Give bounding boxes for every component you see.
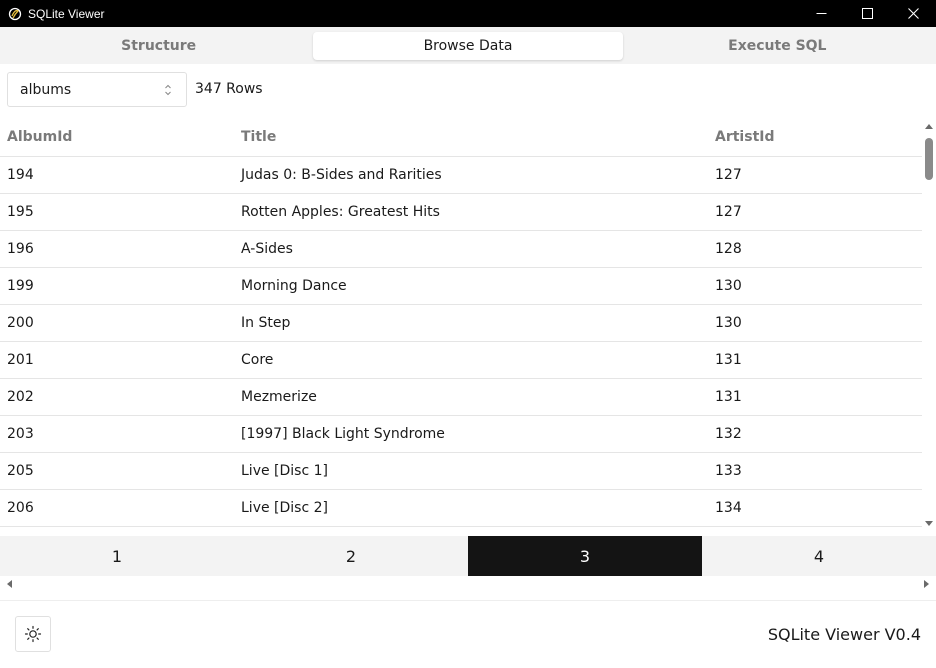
close-button[interactable] bbox=[890, 0, 936, 27]
table-header: AlbumId Title ArtistId bbox=[0, 117, 922, 157]
cell-artistid: 132 bbox=[715, 426, 742, 442]
table-row[interactable]: 200 In Step 130 bbox=[0, 305, 922, 342]
cell-artistid: 133 bbox=[715, 463, 742, 479]
cell-title: A-Sides bbox=[241, 241, 293, 257]
cell-artistid: 131 bbox=[715, 389, 742, 405]
cell-artistid: 130 bbox=[715, 278, 742, 294]
minimize-button[interactable] bbox=[798, 0, 844, 27]
row-count: 347 Rows bbox=[195, 81, 263, 97]
pagination: 1 2 3 4 bbox=[0, 536, 936, 576]
cell-albumid: 202 bbox=[7, 389, 34, 405]
cell-artistid: 130 bbox=[715, 315, 742, 331]
page-button-4[interactable]: 4 bbox=[702, 536, 936, 576]
page-button-2[interactable]: 2 bbox=[234, 536, 468, 576]
scroll-left-arrow-icon[interactable] bbox=[7, 580, 12, 588]
cell-artistid: 131 bbox=[715, 352, 742, 368]
cell-artistid: 134 bbox=[715, 500, 742, 516]
column-header-albumid[interactable]: AlbumId bbox=[7, 129, 72, 145]
cell-albumid: 200 bbox=[7, 315, 34, 331]
cell-title: Rotten Apples: Greatest Hits bbox=[241, 204, 440, 220]
maximize-icon bbox=[861, 8, 873, 19]
cell-albumid: 205 bbox=[7, 463, 34, 479]
tab-structure[interactable]: Structure bbox=[4, 32, 313, 60]
horizontal-scrollbar[interactable] bbox=[0, 576, 936, 592]
page-button-1[interactable]: 1 bbox=[0, 536, 234, 576]
minimize-icon bbox=[816, 13, 826, 14]
cell-title: In Step bbox=[241, 315, 291, 331]
page-button-3[interactable]: 3 bbox=[468, 536, 702, 576]
cell-title: Live [Disc 1] bbox=[241, 463, 328, 479]
app-logo-icon bbox=[8, 7, 22, 21]
column-header-title[interactable]: Title bbox=[241, 129, 276, 145]
table-row[interactable]: 194 Judas 0: B-Sides and Rarities 127 bbox=[0, 157, 922, 194]
scroll-right-arrow-icon[interactable] bbox=[924, 580, 929, 588]
table-row[interactable]: 202 Mezmerize 131 bbox=[0, 379, 922, 416]
tab-execute-sql[interactable]: Execute SQL bbox=[623, 32, 932, 60]
table-row[interactable]: 201 Core 131 bbox=[0, 342, 922, 379]
cell-albumid: 195 bbox=[7, 204, 34, 220]
main-tabs: Structure Browse Data Execute SQL bbox=[0, 27, 936, 64]
cell-artistid: 127 bbox=[715, 204, 742, 220]
cell-title: Judas 0: B-Sides and Rarities bbox=[241, 167, 442, 183]
cell-title: [1997] Black Light Syndrome bbox=[241, 426, 445, 442]
theme-toggle-button[interactable] bbox=[15, 616, 51, 652]
cell-title: Core bbox=[241, 352, 274, 368]
cell-albumid: 199 bbox=[7, 278, 34, 294]
window-controls bbox=[798, 0, 936, 27]
cell-albumid: 206 bbox=[7, 500, 34, 516]
cell-artistid: 127 bbox=[715, 167, 742, 183]
vertical-scrollbar[interactable] bbox=[922, 122, 936, 528]
table-row[interactable]: 203 [1997] Black Light Syndrome 132 bbox=[0, 416, 922, 453]
maximize-button[interactable] bbox=[844, 0, 890, 27]
cell-title: Morning Dance bbox=[241, 278, 347, 294]
data-table: AlbumId Title ArtistId 194 Judas 0: B-Si… bbox=[0, 117, 922, 527]
title-bar: SQLite Viewer bbox=[0, 0, 936, 27]
column-header-artistid[interactable]: ArtistId bbox=[715, 129, 775, 145]
cell-albumid: 201 bbox=[7, 352, 34, 368]
tab-browse-data[interactable]: Browse Data bbox=[313, 31, 623, 60]
close-icon bbox=[907, 8, 919, 19]
table-row[interactable]: 205 Live [Disc 1] 133 bbox=[0, 453, 922, 490]
table-select-value: albums bbox=[20, 81, 72, 98]
footer-divider bbox=[0, 600, 936, 601]
window-title: SQLite Viewer bbox=[28, 6, 105, 21]
app-version: SQLite Viewer V0.4 bbox=[767, 625, 921, 644]
scroll-down-arrow-icon[interactable] bbox=[925, 521, 933, 526]
table-row[interactable]: 199 Morning Dance 130 bbox=[0, 268, 922, 305]
table-select[interactable]: albums bbox=[7, 72, 187, 107]
scroll-up-arrow-icon[interactable] bbox=[925, 124, 933, 129]
cell-title: Live [Disc 2] bbox=[241, 500, 328, 516]
up-down-chevron-icon bbox=[165, 84, 171, 96]
table-row[interactable]: 195 Rotten Apples: Greatest Hits 127 bbox=[0, 194, 922, 231]
table-row[interactable]: 206 Live [Disc 2] 134 bbox=[0, 490, 922, 527]
cell-albumid: 194 bbox=[7, 167, 34, 183]
cell-title: Mezmerize bbox=[241, 389, 317, 405]
cell-albumid: 203 bbox=[7, 426, 34, 442]
scrollbar-thumb[interactable] bbox=[925, 138, 933, 180]
sun-icon bbox=[24, 625, 42, 643]
cell-albumid: 196 bbox=[7, 241, 34, 257]
cell-artistid: 128 bbox=[715, 241, 742, 257]
table-row[interactable]: 196 A-Sides 128 bbox=[0, 231, 922, 268]
